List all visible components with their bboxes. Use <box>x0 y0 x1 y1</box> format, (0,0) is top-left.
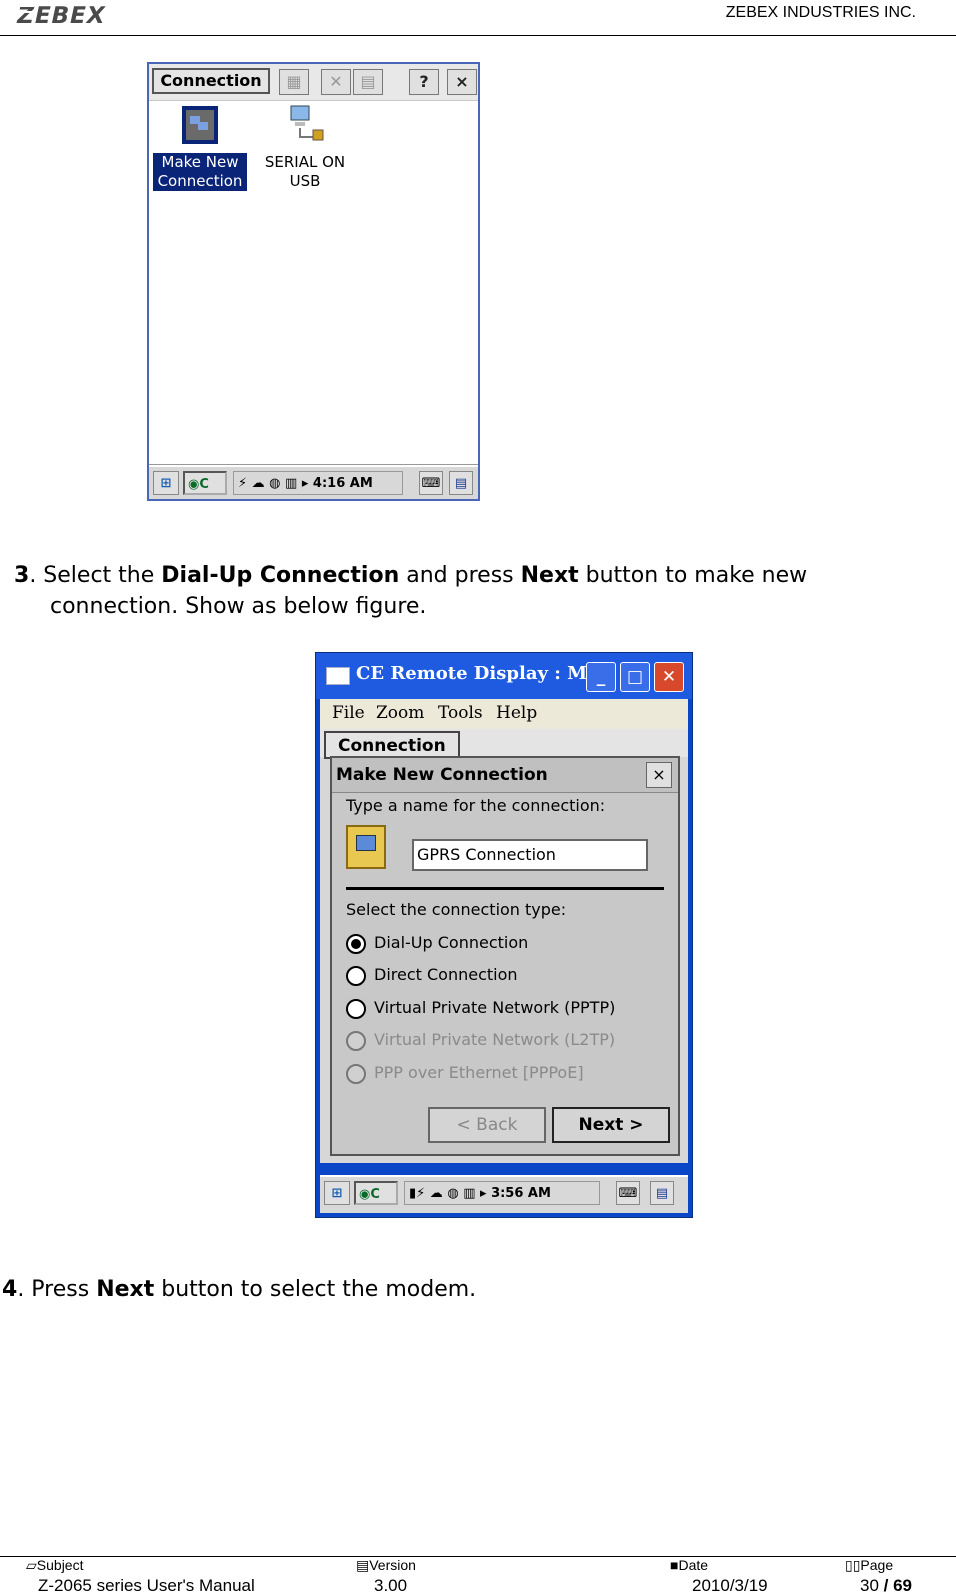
radio-vpn-pptp[interactable] <box>346 999 366 1019</box>
remote-display-titlebar: CE Remote Display : M... _ □ ✕ <box>316 653 692 699</box>
ie-task-button-2[interactable]: ◉C <box>354 1181 398 1205</box>
menu-bar: File Zoom Tools Help <box>320 699 688 729</box>
ce-toolbar: Connection ▦ ✕ ▤ ? × <box>149 64 478 101</box>
option-vpn-pptp-label[interactable]: Virtual Private Network (PPTP) <box>374 998 615 1017</box>
version-value: 3.00 <box>374 1576 408 1595</box>
menu-tools[interactable]: Tools <box>438 703 483 723</box>
dialog-divider <box>346 887 664 890</box>
footer-rule <box>0 1556 956 1557</box>
subject-icon: ▱ <box>26 1557 37 1573</box>
zebex-logo: ZEBEX <box>14 2 108 26</box>
new-connection-icon <box>182 106 218 144</box>
step3-line1: 3. Select the Dial-Up Connection and pre… <box>14 563 808 588</box>
name-prompt: Type a name for the connection: <box>346 796 606 815</box>
connection-tab-behind: Connection <box>324 731 460 759</box>
type-prompt: Select the connection type: <box>346 900 567 919</box>
make-new-connection-label: Make New Connection <box>152 152 248 192</box>
company-name: ZEBEX INDUSTRIES INC. <box>725 4 916 21</box>
version-label: ▤Version <box>356 1557 416 1573</box>
header-rule <box>0 35 956 36</box>
option-vpn-l2tp-label: Virtual Private Network (L2TP) <box>374 1030 616 1049</box>
radio-direct[interactable] <box>346 966 366 986</box>
ie-task-button[interactable]: ◉C <box>183 471 227 495</box>
subject-value: Z-2065 series User's Manual <box>38 1576 255 1595</box>
make-new-connection-item[interactable]: Make New Connection <box>152 102 248 192</box>
device-toolbar: Connection <box>320 729 688 759</box>
menu-file[interactable]: File <box>332 703 365 723</box>
details-icon[interactable]: ▤ <box>353 69 383 95</box>
window-icon <box>326 667 350 685</box>
radio-dial-up[interactable] <box>346 934 366 954</box>
help-button[interactable]: ? <box>409 69 439 95</box>
date-label: ■Date <box>670 1557 709 1573</box>
screenshot-connection-folder: Connection ▦ ✕ ▤ ? × Make New Connection… <box>147 62 480 501</box>
option-pppoe-label: PPP over Ethernet [PPPoE] <box>374 1063 584 1082</box>
minimize-button[interactable]: _ <box>586 662 616 692</box>
dialog-title: Make New Connection <box>332 758 678 793</box>
next-button[interactable]: Next > <box>552 1107 670 1143</box>
menu-zoom[interactable]: Zoom <box>376 703 424 723</box>
serial-on-usb-label: SERIAL ON USB <box>264 153 346 190</box>
step3-line2: connection. Show as below figure. <box>50 594 427 619</box>
properties-icon[interactable]: ▦ <box>279 69 309 95</box>
system-tray: ⚡ ☁ ◍ ▥ ▸ 4:16 AM <box>233 471 403 495</box>
step4-line: 4. Press Next button to select the modem… <box>2 1277 477 1302</box>
start-button-2[interactable]: ⊞ <box>324 1181 350 1205</box>
connection-name-input[interactable]: GPRS Connection <box>412 839 648 871</box>
radio-pppoe <box>346 1064 366 1084</box>
serial-on-usb-item[interactable]: SERIAL ON USB <box>255 102 355 191</box>
maximize-button[interactable]: □ <box>620 662 650 692</box>
screenshot-remote-display: CE Remote Display : M... _ □ ✕ File Zoom… <box>315 652 693 1218</box>
page-label: ▯▯Page <box>845 1557 894 1573</box>
network-icon <box>290 105 324 141</box>
option-dial-up-label[interactable]: Dial-Up Connection <box>374 933 528 952</box>
make-new-connection-dialog: Make New Connection × Type a name for th… <box>330 756 680 1156</box>
close-button[interactable]: × <box>447 69 477 95</box>
page-number: 30 / 69 <box>860 1576 913 1595</box>
connection-folder-icon <box>346 825 386 869</box>
delete-icon[interactable]: ✕ <box>321 69 351 95</box>
ce-taskbar: ⊞ ◉C ⚡ ☁ ◍ ▥ ▸ 4:16 AM ⌨ ▤ <box>149 465 478 499</box>
radio-vpn-l2tp <box>346 1031 366 1051</box>
version-icon: ▤ <box>356 1557 370 1573</box>
keyboard-icon[interactable]: ⌨ <box>419 471 443 495</box>
clock: 4:16 AM <box>312 476 373 491</box>
dialog-close-button[interactable]: × <box>646 762 672 788</box>
subject-label: ▱Subject <box>26 1557 84 1573</box>
device-taskbar: ⊞ ◉C ▮⚡ ☁ ◍ ▥ ▸ 3:56 AM ⌨ ▤ <box>320 1175 688 1213</box>
windows-switch-icon-2[interactable]: ▤ <box>650 1181 674 1205</box>
keyboard-icon-2[interactable]: ⌨ <box>616 1181 640 1205</box>
connection-tab[interactable]: Connection <box>152 68 270 94</box>
option-direct-label[interactable]: Direct Connection <box>374 965 518 984</box>
start-button[interactable]: ⊞ <box>153 471 179 495</box>
book-icon: ▯▯ <box>845 1557 861 1573</box>
menu-help[interactable]: Help <box>496 703 537 723</box>
window-title: CE Remote Display : M... <box>356 663 606 684</box>
system-tray-2: ▮⚡ ☁ ◍ ▥ ▸ 3:56 AM <box>404 1181 600 1205</box>
windows-switch-icon[interactable]: ▤ <box>449 471 473 495</box>
back-button: < Back <box>428 1107 546 1143</box>
window-close-button[interactable]: ✕ <box>654 662 684 692</box>
date-value: 2010/3/19 <box>692 1576 768 1595</box>
clock-2: 3:56 AM <box>491 1186 551 1201</box>
